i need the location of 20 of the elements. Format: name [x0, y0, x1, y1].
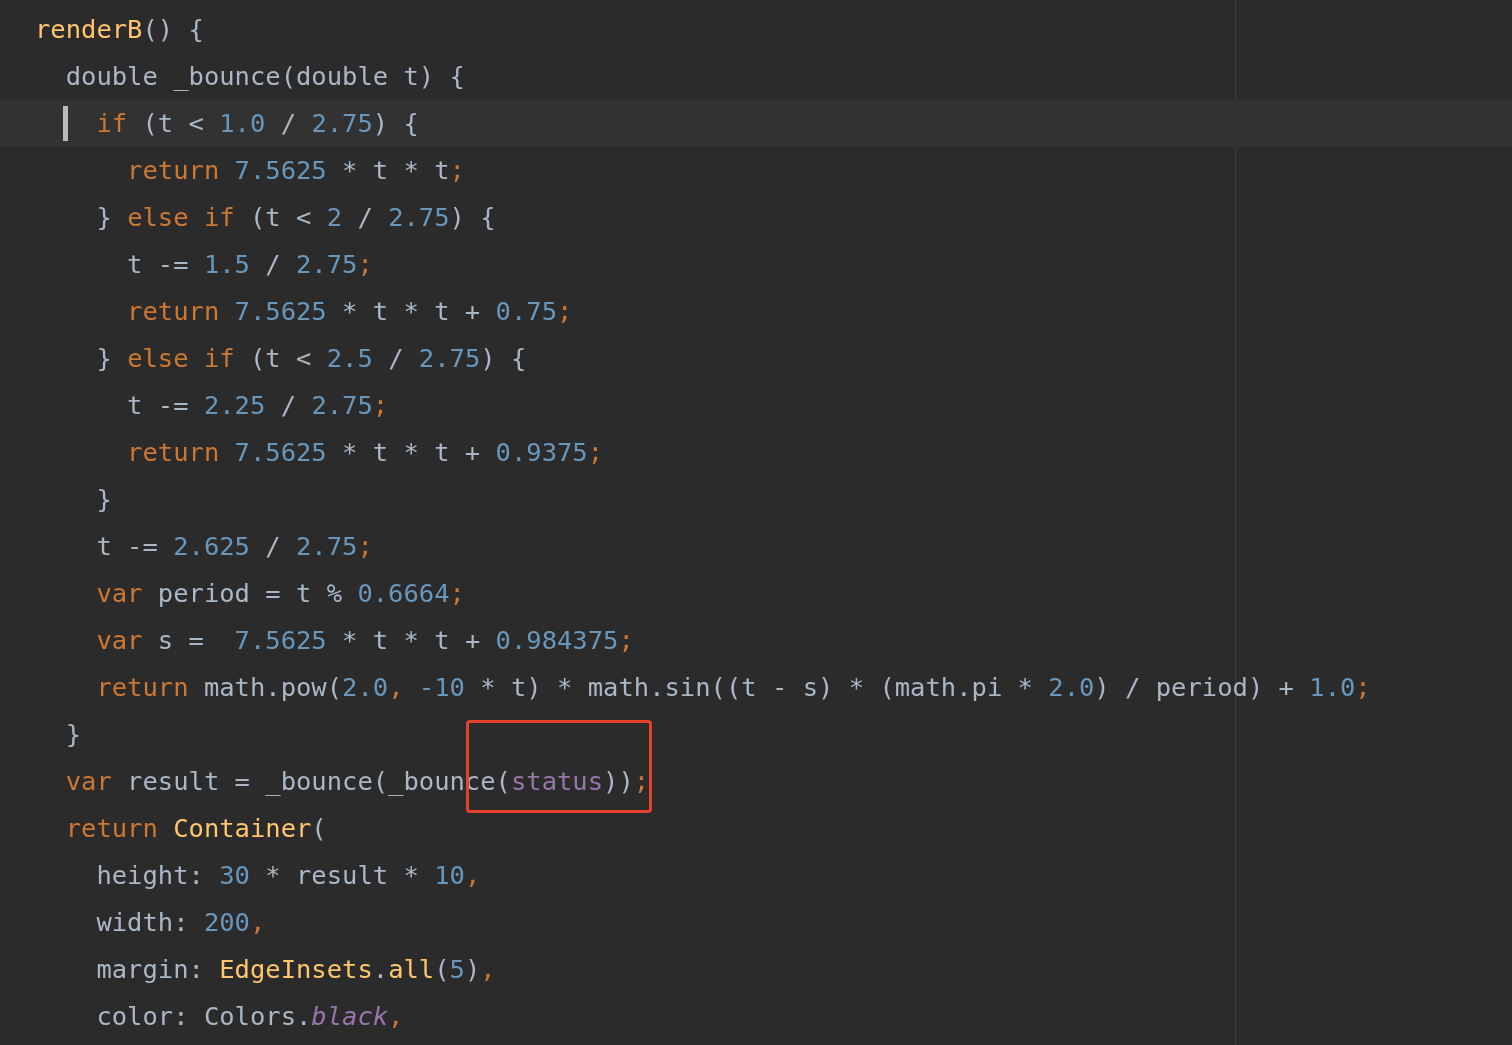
code-line: double _bounce(double t) {: [64, 60, 465, 93]
code-line: var period = t % 0.6664;: [95, 577, 465, 610]
code-line: } else if (t < 2.5 / 2.75) {: [95, 342, 527, 375]
code-line: }: [64, 718, 82, 751]
code-line: width: 200,: [95, 906, 266, 939]
code-line: margin: EdgeInsets.all(5),: [95, 953, 496, 986]
code-line: t -= 2.625 / 2.75;: [95, 530, 373, 563]
code-line: }: [95, 483, 112, 516]
code-line: } else if (t < 2 / 2.75) {: [95, 201, 496, 234]
code-line: renderB() {: [34, 13, 204, 46]
code-line: color: Colors.black,: [95, 1000, 404, 1033]
code-line: height: 30 * result * 10,: [95, 859, 481, 892]
code-line: return 7.5625 * t * t + 0.75;: [126, 295, 573, 328]
code-line: t -= 1.5 / 2.75;: [126, 248, 373, 281]
code-line: t -= 2.25 / 2.75;: [126, 389, 389, 422]
code-line: return Container(: [64, 812, 327, 845]
code-line: return 7.5625 * t * t + 0.9375;: [126, 436, 604, 469]
code-line: return 7.5625 * t * t;: [126, 154, 465, 187]
code-line: return math.pow(2.0, -10 * t) * math.sin((t - s) * (math.pi * 2.0) / period) + 1.0;: [95, 671, 1371, 704]
code-line: var s = 7.5625 * t * t + 0.984375;: [95, 624, 634, 657]
